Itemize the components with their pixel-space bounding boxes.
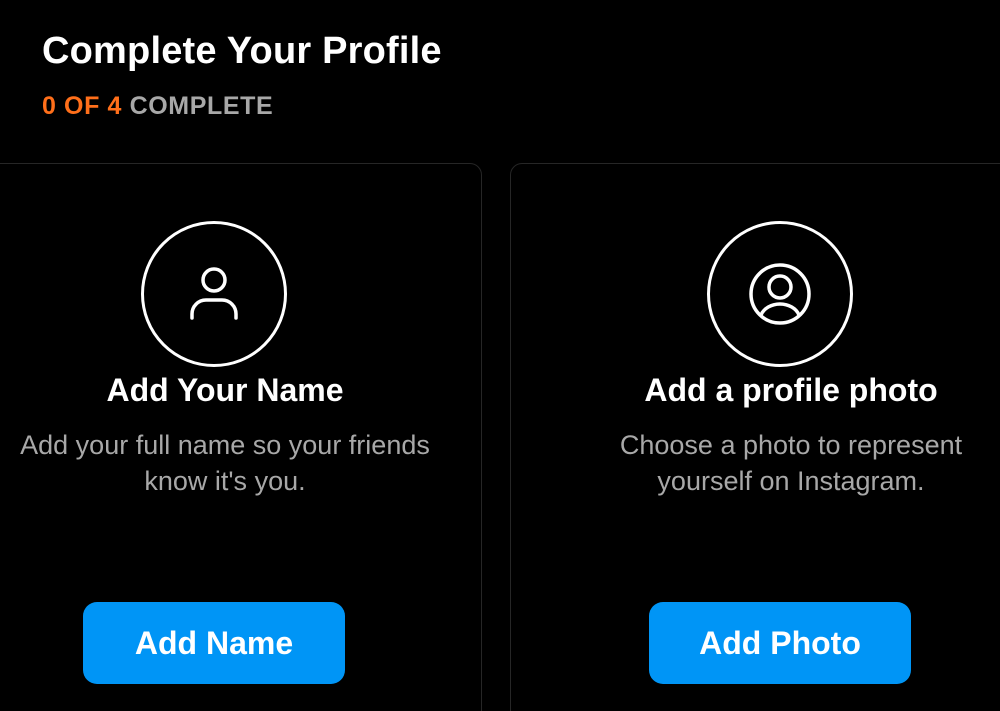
add-name-description: Add your full name so your friends know …	[20, 430, 430, 496]
add-name-card: Add Your Name Add your full name so your…	[0, 163, 482, 711]
add-photo-card: Add a profile photo Choose a photo to re…	[510, 163, 1000, 711]
add-name-button[interactable]: Add Name	[83, 602, 345, 684]
add-photo-description: Choose a photo to represent yourself on …	[619, 430, 963, 496]
complete-profile-screen: Complete Your Profile 0 OF 4 COMPLETE Ad…	[0, 0, 1000, 711]
add-name-title: Add Your Name	[106, 372, 344, 408]
progress-count: 0 OF 4	[42, 92, 123, 120]
progress-label: COMPLETE	[129, 92, 274, 120]
profile-photo-icon	[707, 221, 853, 367]
add-photo-button[interactable]: Add Photo	[649, 602, 911, 684]
progress-status: 0 OF 4 COMPLETE	[42, 92, 273, 121]
add-photo-title: Add a profile photo	[644, 372, 938, 408]
page-title: Complete Your Profile	[42, 30, 442, 72]
person-icon	[141, 221, 287, 367]
